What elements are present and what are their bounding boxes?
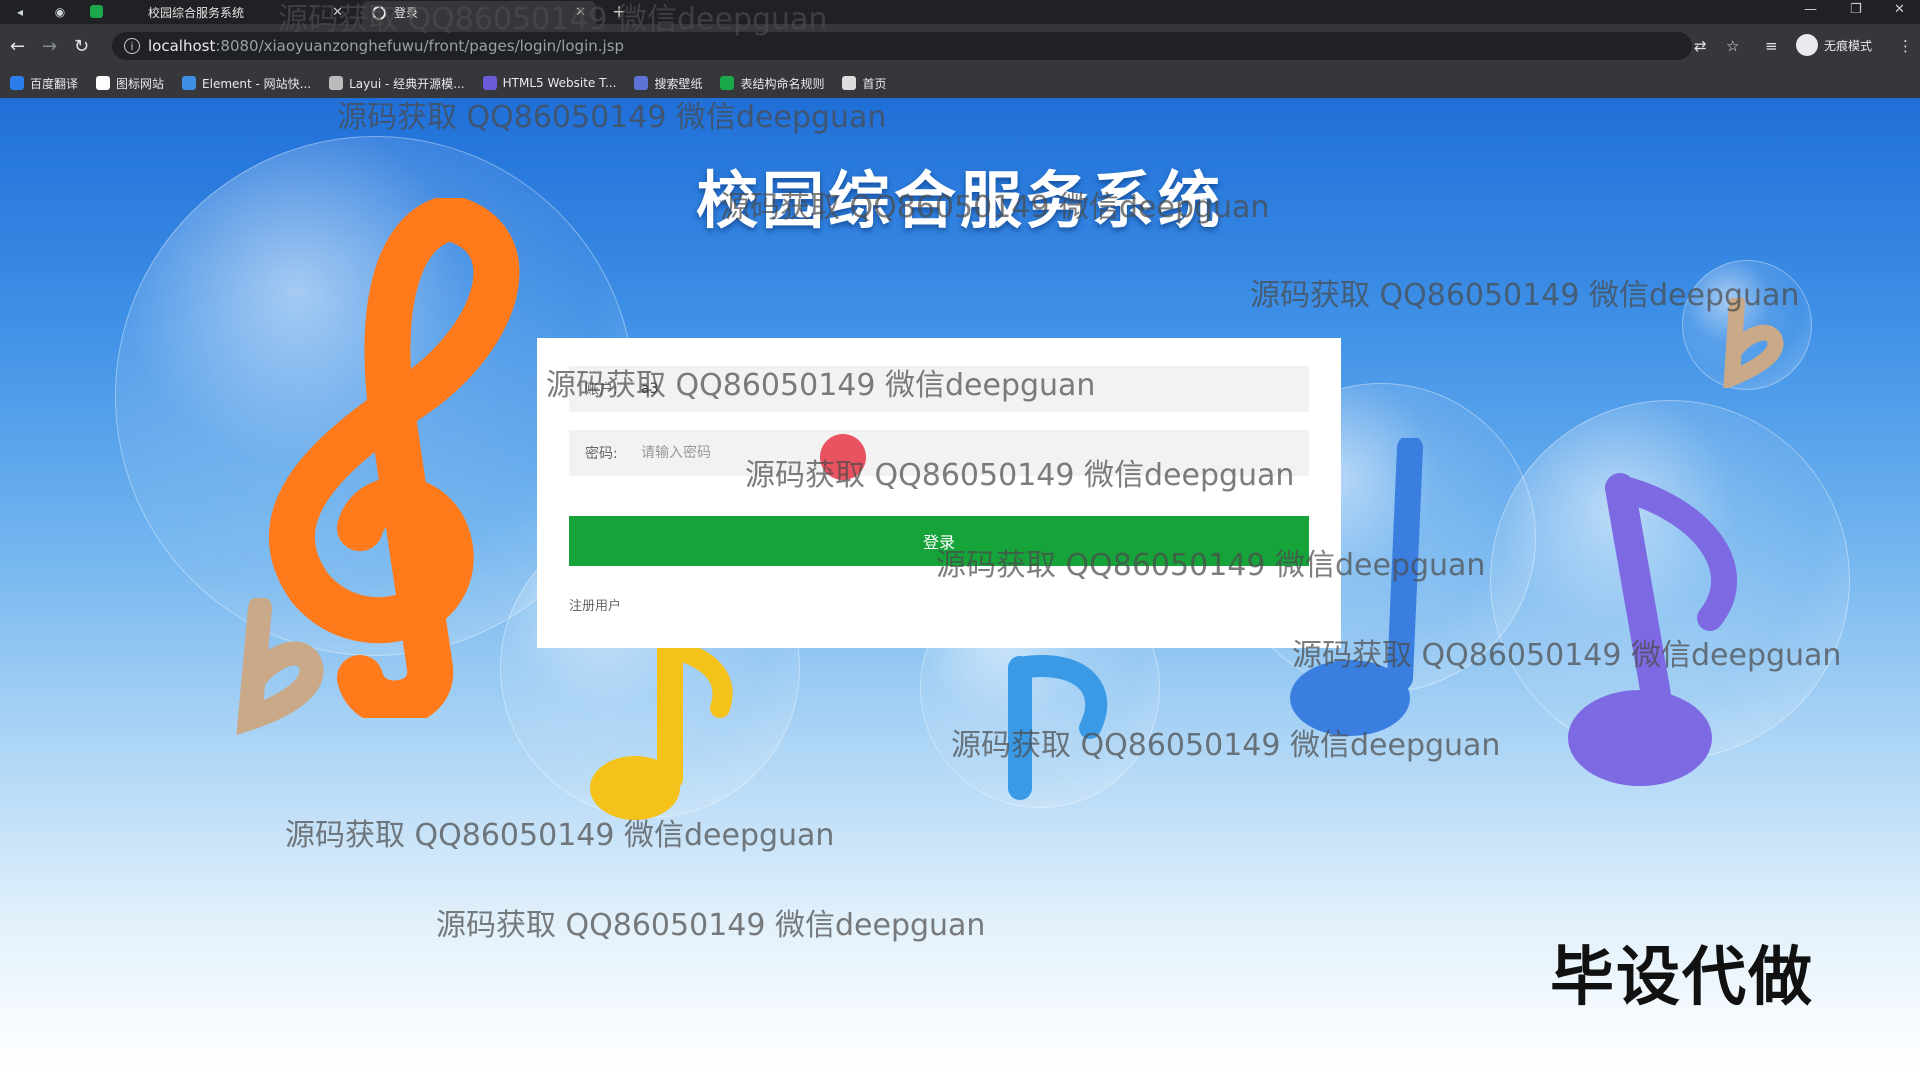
bookmark-label: 百度翻译 [30, 76, 79, 91]
bookmark-item[interactable]: 搜索壁纸 [634, 75, 702, 92]
bookmark-label: 首页 [862, 76, 887, 91]
bookmark-item[interactable]: Element - 网站快... [182, 75, 311, 92]
bookmark-favicon-icon [96, 76, 111, 90]
incognito-label: 无痕模式 [1824, 38, 1873, 53]
bookmark-item[interactable]: 表结构命名规则 [720, 75, 824, 92]
window-close-icon[interactable]: ✕ [1894, 2, 1905, 17]
bookmark-label: 表结构命名规则 [740, 76, 825, 91]
browser-tab-bar: ◂ ◉ 校园综合服务系统 ✕ 登录 ✕ + — ❐ ✕ [0, 0, 1920, 24]
promo-stamp: 毕设代做 [1550, 941, 1814, 1015]
address-bar-row: ← → ↻ i localhost:8080/xiaoyuanzonghefuw… [0, 24, 1920, 68]
bookmark-label: Layui - 经典开源模... [349, 76, 465, 91]
globe-icon [372, 5, 386, 20]
music-note-icon [1008, 655, 1108, 800]
speaker-icon[interactable]: ◂ [12, 4, 28, 20]
music-note-icon [1568, 473, 1737, 786]
bookmark-favicon-icon [720, 76, 735, 90]
account-label: 账户: [585, 382, 618, 398]
bookmark-favicon-icon [482, 76, 497, 90]
bookmark-label: 图标网站 [116, 76, 165, 91]
flat-note-icon [1723, 298, 1784, 388]
account-field[interactable]: 账户: [569, 366, 1309, 412]
watermark-text: 源码获取 QQ86050149 微信deepguan [436, 908, 986, 943]
forward-icon[interactable]: → [42, 36, 57, 57]
bookmark-label: HTML5 Website T... [502, 76, 617, 90]
minimize-icon[interactable]: — [1804, 2, 1817, 17]
register-link[interactable]: 注册用户 [569, 595, 621, 614]
music-note-icon [590, 638, 733, 820]
url-host: localhost [148, 37, 216, 55]
bookmark-favicon-icon [329, 76, 344, 90]
incognito-badge[interactable]: 无痕模式 [1796, 34, 1872, 56]
bookmark-favicon-icon [634, 76, 649, 90]
restore-icon[interactable]: ❐ [1850, 2, 1862, 17]
page-title: 校园综合服务系统 [695, 164, 1224, 237]
close-icon[interactable]: ✕ [575, 5, 586, 20]
account-input[interactable] [641, 381, 1241, 397]
info-icon[interactable]: i [124, 38, 140, 54]
bookmark-item[interactable]: 首页 [842, 75, 887, 92]
bookmarks-bar: 百度翻译 图标网站 Element - 网站快... Layui - 经典开源模...… [0, 68, 1920, 98]
more-menu-icon[interactable]: ⋮ [1898, 37, 1913, 55]
tab-campus-system[interactable]: 校园综合服务系统 ✕ [138, 1, 353, 24]
browser-logo-icon[interactable]: ◉ [52, 4, 68, 20]
click-indicator [820, 434, 866, 480]
password-label: 密码: [585, 446, 618, 462]
close-icon[interactable]: ✕ [332, 5, 343, 20]
login-page: 校园综合服务系统 账户: 密码: 登录 注册用户 源码获取 QQ86050149… [0, 98, 1920, 1072]
tab-title: 登录 [394, 6, 419, 20]
url-field[interactable]: i localhost:8080/xiaoyuanzonghefuwu/fron… [112, 32, 1692, 60]
password-field[interactable]: 密码: [569, 430, 1309, 476]
reading-list-icon[interactable]: ≡ [1765, 37, 1778, 55]
reload-icon[interactable]: ↻ [74, 36, 89, 57]
bookmark-item[interactable]: 百度翻译 [10, 75, 78, 92]
tab-title: 校园综合服务系统 [148, 6, 245, 20]
new-tab-icon[interactable]: + [612, 2, 626, 22]
bookmark-item[interactable]: Layui - 经典开源模... [329, 75, 465, 92]
password-input[interactable] [641, 445, 1241, 461]
incognito-icon [1796, 34, 1818, 56]
bookmark-favicon-icon [182, 76, 197, 90]
flat-note-icon [236, 598, 324, 736]
pinned-tab-icon[interactable] [90, 5, 103, 18]
bookmark-label: Element - 网站快... [202, 76, 312, 91]
bookmark-label: 搜索壁纸 [654, 76, 703, 91]
bookmark-star-icon[interactable]: ☆ [1726, 37, 1739, 55]
login-form: 账户: 密码: 登录 注册用户 [537, 338, 1341, 648]
tab-login[interactable]: 登录 ✕ [362, 1, 596, 24]
url-path: :8080/xiaoyuanzonghefuwu/front/pages/log… [215, 37, 625, 55]
back-icon[interactable]: ← [10, 36, 25, 57]
bookmark-item[interactable]: 图标网站 [96, 75, 164, 92]
bookmark-favicon-icon [10, 76, 24, 90]
bookmark-favicon-icon [842, 76, 857, 90]
bookmark-item[interactable]: HTML5 Website T... [482, 76, 617, 90]
watermark-text: 源码获取 QQ86050149 微信deepguan [337, 100, 887, 135]
translate-icon[interactable]: ⇄ [1694, 37, 1707, 55]
login-button[interactable]: 登录 [569, 516, 1309, 566]
